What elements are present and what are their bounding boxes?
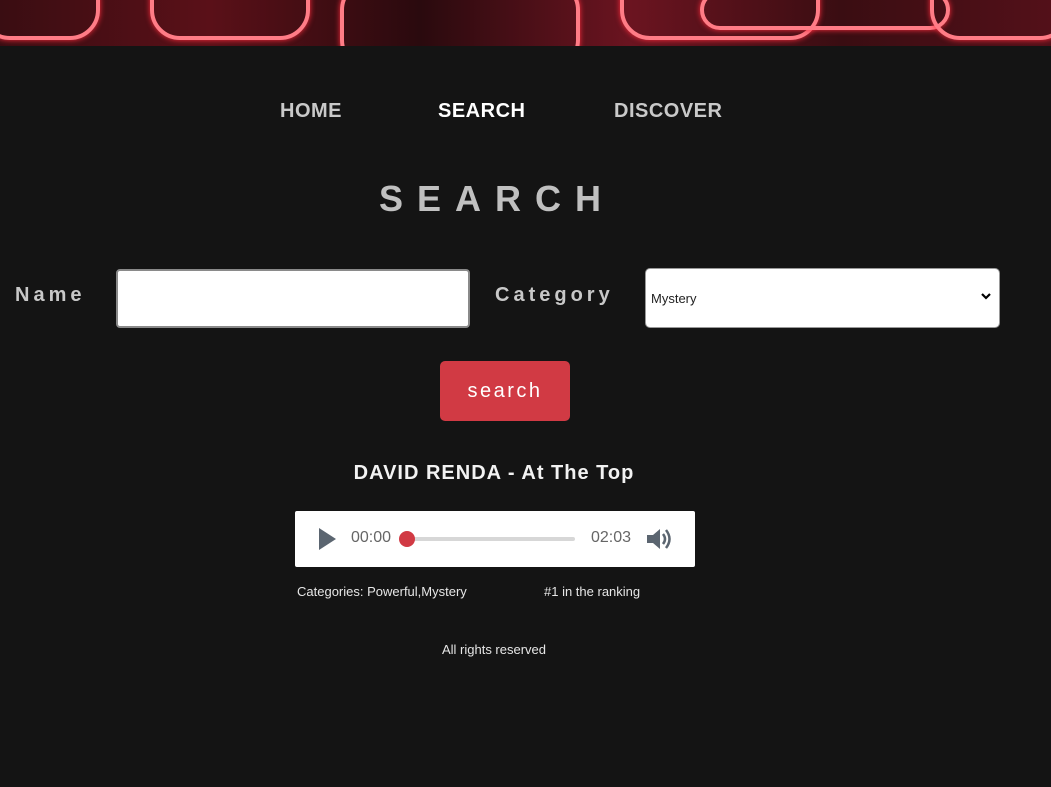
name-label: Name <box>15 284 86 306</box>
nav-discover-link[interactable]: DISCOVER <box>614 100 722 123</box>
current-time: 00:00 <box>351 529 392 546</box>
track-categories: Categories: Powerful,Mystery <box>297 584 467 599</box>
search-button[interactable]: search <box>440 361 570 421</box>
audio-player: 00:00 02:03 <box>295 511 695 567</box>
name-input[interactable] <box>116 269 470 328</box>
main-nav: HOME SEARCH DISCOVER <box>0 100 1051 130</box>
footer-text: All rights reserved <box>441 642 547 657</box>
category-select[interactable]: Mystery <box>645 268 1000 328</box>
category-select-value: Mystery <box>651 291 697 306</box>
nav-home-link[interactable]: HOME <box>280 100 342 123</box>
track-title: DAVID RENDA - At The Top <box>353 462 635 484</box>
nav-search-link[interactable]: SEARCH <box>438 100 525 123</box>
duration-time: 02:03 <box>591 529 632 546</box>
progress-bar[interactable] <box>407 537 575 541</box>
track-ranking: #1 in the ranking <box>544 584 641 599</box>
category-label: Category <box>495 284 614 306</box>
play-icon[interactable] <box>317 527 337 551</box>
page-title: SEARCH <box>379 178 616 219</box>
header-banner-image <box>0 0 1051 46</box>
progress-handle[interactable] <box>399 531 415 547</box>
chevron-down-icon <box>981 293 991 300</box>
volume-icon[interactable] <box>645 526 673 552</box>
